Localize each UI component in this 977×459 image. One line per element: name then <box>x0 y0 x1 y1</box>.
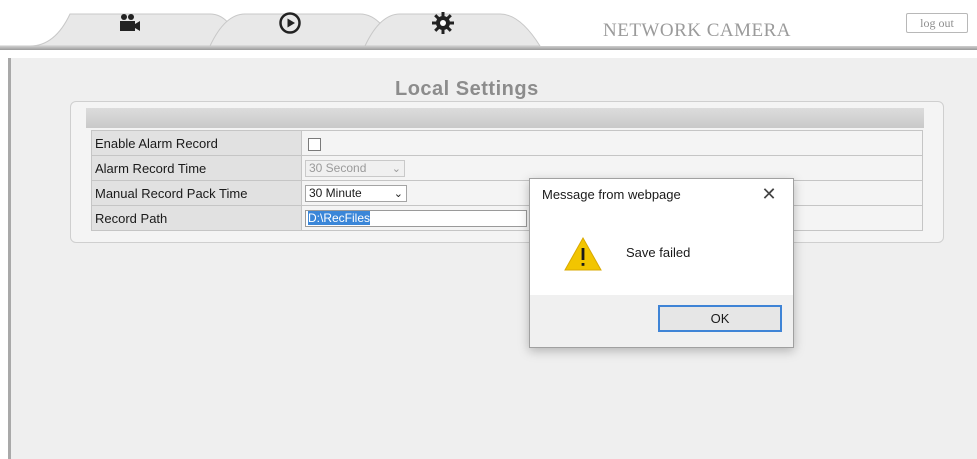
table-row: Manual Record Pack Time 30 Minute ⌄ <box>91 180 923 206</box>
page-title: Local Settings <box>395 78 539 100</box>
table-row: Record Path D:\RecFiles <box>91 205 923 231</box>
table-row: Enable Alarm Record <box>91 130 923 156</box>
tab-settings[interactable] <box>413 0 473 46</box>
close-icon[interactable]: ✕ <box>758 183 780 205</box>
setting-label: Record Path <box>91 205 302 231</box>
tab-record[interactable] <box>100 0 160 46</box>
enable-alarm-record-checkbox[interactable] <box>308 137 321 151</box>
gear-icon <box>432 12 454 34</box>
play-circle-icon <box>279 12 301 34</box>
message-dialog: Message from webpage ✕ Save failed OK <box>529 178 794 348</box>
warning-icon <box>564 237 602 271</box>
table-row: Alarm Record Time 30 Second ⌄ <box>91 155 923 181</box>
dialog-title: Message from webpage <box>542 187 681 202</box>
settings-panel-header <box>86 108 924 128</box>
logout-button[interactable]: log out <box>906 13 968 33</box>
ok-button[interactable]: OK <box>658 305 782 332</box>
alarm-record-time-select[interactable]: 30 Second ⌄ <box>305 159 405 177</box>
video-record-icon <box>120 14 140 31</box>
tab-playback[interactable] <box>260 0 320 46</box>
dialog-message: Save failed <box>626 245 691 260</box>
manual-record-pack-time-select[interactable]: 30 Minute ⌄ <box>305 184 407 202</box>
setting-label: Alarm Record Time <box>91 155 302 181</box>
chevron-down-icon: ⌄ <box>391 162 401 175</box>
setting-label: Manual Record Pack Time <box>91 180 302 206</box>
top-navigation-bar: NETWORK CAMERA log out <box>0 0 977 58</box>
brand-title: NETWORK CAMERA <box>603 20 792 41</box>
record-path-input[interactable]: D:\RecFiles <box>305 209 527 227</box>
dialog-body: Save failed <box>530 217 793 295</box>
header-divider <box>0 46 977 50</box>
setting-label: Enable Alarm Record <box>91 130 302 156</box>
chevron-down-icon: ⌄ <box>393 187 403 200</box>
dialog-footer: OK <box>530 295 793 347</box>
settings-table: Enable Alarm Record Alarm Record Time 30… <box>91 130 923 231</box>
